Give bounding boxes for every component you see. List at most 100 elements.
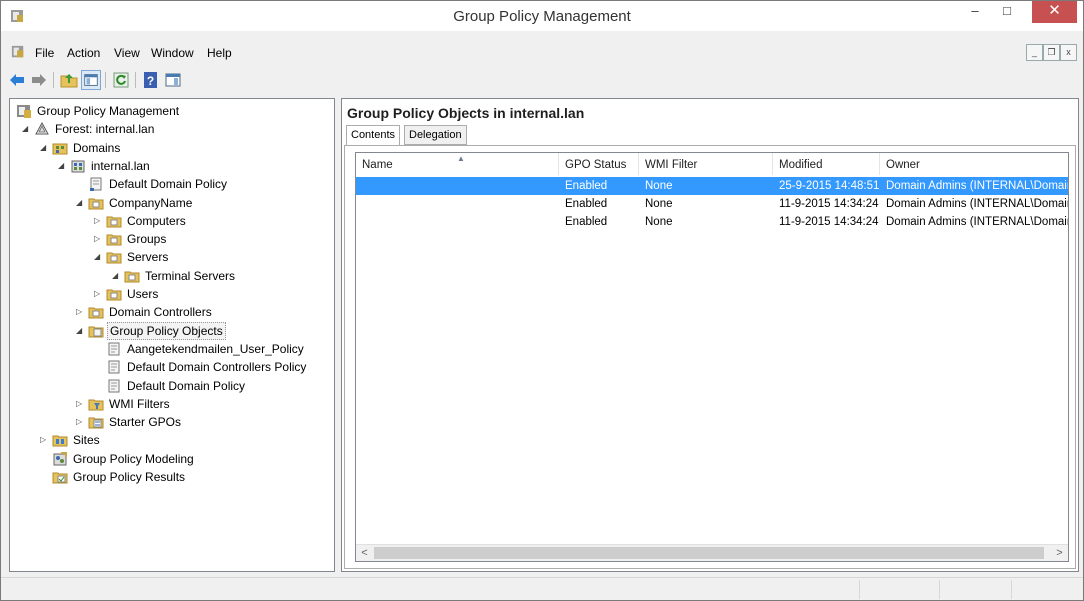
tree-item-groups[interactable]: ▷ Groups	[94, 230, 330, 248]
tree-item-label: Group Policy Management	[37, 104, 180, 118]
menu-view[interactable]: View	[114, 46, 140, 60]
table-row[interactable]: Default Domain Controllers PolicyEnabled…	[356, 195, 1068, 213]
tree-item-label: Default Domain Policy	[127, 378, 246, 393]
expand-arrow-icon[interactable]: ▷	[94, 235, 102, 243]
menu-help[interactable]: Help	[207, 46, 232, 60]
menu-file[interactable]: File	[35, 46, 54, 60]
tree-item-group-policy-management[interactable]: Group Policy Management	[16, 102, 330, 120]
properties-view-icon[interactable]	[163, 70, 183, 90]
gpo-container-icon	[88, 326, 104, 338]
expand-arrow-icon[interactable]: ▷	[94, 216, 102, 225]
tree-item-internal-lan[interactable]: ◢ internal.lan	[58, 157, 330, 175]
column-header-wmi-filter[interactable]: WMI Filter	[639, 153, 773, 175]
tree-item-group-policy-results[interactable]: Group Policy Results	[40, 468, 330, 486]
column-header-owner[interactable]: Owner	[880, 153, 1068, 175]
up-folder-icon[interactable]	[59, 70, 79, 90]
scrollbar-thumb[interactable]	[374, 547, 1044, 559]
maximize-button[interactable]: □	[993, 1, 1021, 23]
ou-icon	[106, 289, 122, 301]
tree-item-label: Default Domain Policy	[109, 177, 228, 192]
expand-arrow-icon[interactable]: ▷	[76, 399, 84, 408]
collapse-arrow-icon[interactable]: ◢	[94, 253, 102, 261]
collapse-arrow-icon[interactable]: ◢	[40, 143, 48, 152]
tree-item-label: Default Domain Controllers Policy	[127, 360, 307, 375]
tree-item-servers[interactable]: ◢ Servers	[94, 248, 330, 266]
tree-item-domain-controllers[interactable]: ▷ Domain Controllers	[76, 303, 330, 321]
ou-icon	[124, 271, 140, 283]
collapse-arrow-icon[interactable]: ◢	[76, 326, 84, 335]
tree-item-starter-gpos[interactable]: ▷ Starter GPOs	[76, 413, 330, 431]
tree-item-terminal-servers[interactable]: ◢ Terminal Servers	[112, 267, 330, 285]
console-tree: Group Policy Management ◢ Forest: internal…	[9, 98, 335, 572]
tree-item-group-policy-modeling[interactable]: Group Policy Modeling	[40, 450, 330, 468]
tree-item-computers[interactable]: ▷ Computers	[94, 212, 330, 230]
ou-icon	[106, 216, 122, 228]
tree-item-label: Servers	[127, 250, 169, 265]
sites-icon	[52, 435, 68, 447]
tab-panel: Name ▲ GPO Status WMI Filter Modified Ow…	[344, 145, 1076, 569]
tree-item-default-domain-controllers-policy[interactable]: Default Domain Controllers Policy	[94, 358, 330, 376]
tree-item-sites[interactable]: ▷ Sites	[40, 431, 330, 449]
help-icon[interactable]: ?	[141, 70, 161, 90]
tree-item-default-domain-policy[interactable]: Default Domain Policy	[76, 175, 330, 193]
tree-item-label: Group Policy Objects	[107, 321, 226, 340]
forest-icon	[35, 122, 49, 135]
mdi-close-button[interactable]: x	[1060, 44, 1077, 61]
tab-delegation[interactable]: Delegation	[404, 125, 467, 145]
tree-item-users[interactable]: ▷ Users	[94, 285, 330, 303]
collapse-arrow-icon[interactable]: ◢	[76, 198, 84, 207]
tree-item-companyname[interactable]: ◢ CompanyName	[76, 194, 330, 212]
details-pane: Group Policy Objects in internal.lan Con…	[341, 98, 1079, 572]
column-header-label: Name	[362, 159, 393, 171]
expand-arrow-icon[interactable]: ▷	[76, 308, 84, 316]
tree-item-forest-internal-lan[interactable]: ◢ Forest: internal.lan	[22, 120, 330, 138]
menu-action[interactable]: Action	[67, 46, 100, 60]
back-arrow-icon[interactable]	[7, 70, 27, 90]
horizontal-scrollbar[interactable]: < >	[356, 544, 1068, 561]
scroll-left-button[interactable]: <	[356, 545, 373, 561]
tab-contents[interactable]: Contents	[346, 125, 401, 146]
expand-arrow-icon[interactable]: ▷	[40, 436, 48, 444]
expand-arrow-icon[interactable]: ▷	[76, 418, 84, 426]
tree-item-wmi-filters[interactable]: ▷ WMI Filters	[76, 395, 330, 413]
tree-item-group-policy-objects[interactable]: ◢ Group Policy Objects	[76, 321, 330, 340]
status-segment	[1011, 580, 1012, 599]
column-header-modified[interactable]: Modified	[773, 153, 880, 175]
tree-item-aangetekendmailen-user-policy[interactable]: Aangetekendmailen_User_Policy	[94, 340, 330, 358]
minimize-button[interactable]: –	[961, 1, 989, 23]
gpo-link-icon	[90, 177, 102, 192]
starter-gpo-icon	[88, 417, 104, 429]
tree-item-label: Starter GPOs	[109, 415, 182, 430]
collapse-arrow-icon[interactable]: ◢	[58, 161, 66, 170]
toolbar-separator	[53, 72, 54, 88]
mdi-restore-button[interactable]: ❐	[1043, 44, 1060, 61]
window-title: Group Policy Management	[453, 8, 631, 25]
refresh-icon[interactable]	[111, 70, 131, 90]
toolbar-separator	[135, 72, 136, 88]
title-bar[interactable]: Group Policy Management – □ ✕	[1, 1, 1083, 31]
show-hide-tree-icon[interactable]	[81, 70, 101, 90]
domain-icon	[71, 160, 85, 173]
close-button[interactable]: ✕	[1032, 1, 1077, 23]
gpo-icon	[108, 379, 120, 392]
system-menu-icon[interactable]	[11, 45, 25, 59]
toolbar: ?	[1, 67, 1083, 93]
mdi-minimize-button[interactable]: _	[1026, 44, 1043, 61]
collapse-arrow-icon[interactable]: ◢	[22, 125, 30, 133]
status-segment	[859, 580, 860, 599]
forward-arrow-icon[interactable]	[29, 70, 49, 90]
tree-item-domains[interactable]: ◢ Domains	[40, 139, 330, 157]
menu-window[interactable]: Window	[151, 46, 194, 60]
scroll-right-button[interactable]: >	[1051, 545, 1068, 561]
table-row[interactable]: Aangetekendmailen_User_PolicyEnabledNone…	[356, 177, 1068, 195]
column-header-gpo-status[interactable]: GPO Status	[559, 153, 639, 175]
expand-arrow-icon[interactable]: ▷	[94, 290, 102, 298]
table-row[interactable]: Default Domain PolicyEnabledNone11-9-201…	[356, 213, 1068, 231]
cell-modified: 25-9-2015 14:48:51	[779, 180, 880, 192]
tree-item-default-domain-policy[interactable]: Default Domain Policy	[94, 377, 330, 395]
tree-item-label: Terminal Servers	[145, 268, 236, 283]
tree-item-label: Computers	[127, 213, 186, 228]
collapse-arrow-icon[interactable]: ◢	[112, 271, 120, 280]
tree-item-label: CompanyName	[109, 195, 193, 210]
column-header-name[interactable]: Name ▲	[356, 153, 559, 175]
